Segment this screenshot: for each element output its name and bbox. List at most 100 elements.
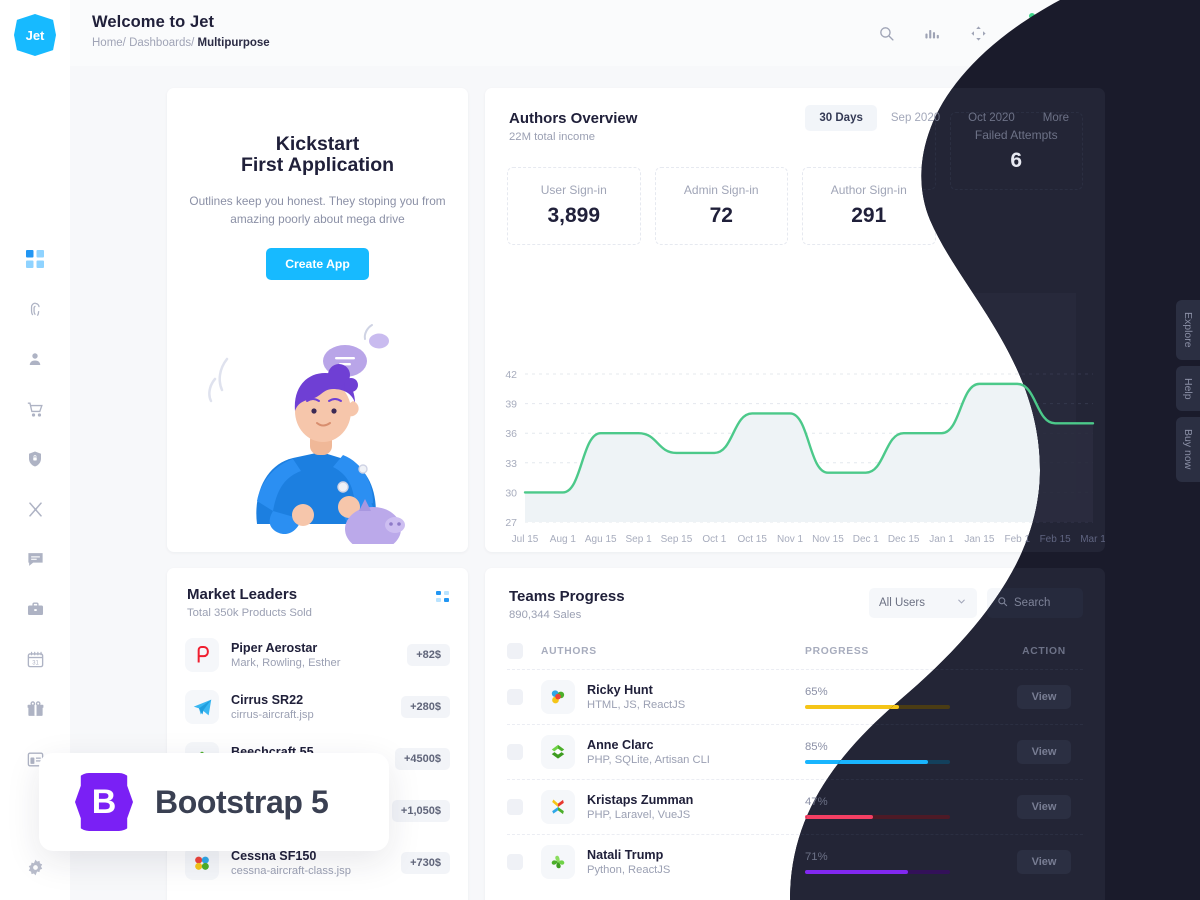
row-author: Ricky Hunt HTML, JS, ReactJS xyxy=(587,683,805,711)
svg-text:39: 39 xyxy=(505,399,517,411)
sidebar-item-gift[interactable] xyxy=(20,694,50,724)
kickstart-title-line2: First Application xyxy=(240,154,395,177)
bootstrap-badge: B Bootstrap 5 xyxy=(39,753,389,851)
list-item[interactable]: Cirrus SR22 cirrus-aircraft.jsp +280$ xyxy=(185,681,450,733)
row-skills: PHP, Laravel, VueJS xyxy=(587,809,691,821)
view-button[interactable]: View xyxy=(1016,850,1072,874)
stat-value: 72 xyxy=(709,204,733,227)
table-row[interactable]: Anne Clarc PHP, SQLite, Artisan CLI 85% … xyxy=(507,724,1083,779)
rail-help-button[interactable]: Help xyxy=(1176,365,1200,412)
row-checkbox[interactable] xyxy=(507,799,523,815)
view-button[interactable]: View xyxy=(1016,740,1072,764)
sidebar-item-scissors[interactable] xyxy=(20,494,50,524)
sidebar-item-user[interactable] xyxy=(20,344,50,374)
rail-explore-button[interactable]: Explore xyxy=(1176,300,1200,360)
list-item[interactable]: Piper Aerostar Mark, Rowling, Esther +82… xyxy=(185,629,450,681)
view-button[interactable]: View xyxy=(1016,685,1072,709)
tab-30-days[interactable]: 30 Days xyxy=(805,105,877,131)
search-icon[interactable] xyxy=(874,21,898,45)
authors-subtitle: 22M total income xyxy=(509,131,596,143)
market-header: Market Leaders Total 350k Products Sold xyxy=(167,568,468,619)
breadcrumb-home[interactable]: Home/ xyxy=(92,37,126,49)
market-subtitle: Total 350k Products Sold xyxy=(187,607,312,619)
row-name: Natali Trump xyxy=(587,848,664,862)
sidebar-item-briefcase[interactable] xyxy=(20,594,50,624)
table-row[interactable]: Ricky Hunt HTML, JS, ReactJS 65% View xyxy=(507,669,1083,724)
row-checkbox[interactable] xyxy=(507,689,523,705)
row-name: Anne Clarc xyxy=(587,738,654,752)
user-filter-value: All Users xyxy=(879,597,926,609)
avatar[interactable] xyxy=(1150,17,1182,49)
grid-dots-icon[interactable] xyxy=(436,590,450,602)
stat-value: 3,899 xyxy=(547,204,601,227)
move-icon[interactable] xyxy=(966,21,990,45)
authors-range-tabs: 30 Days Sep 2020 Oct 2020 More xyxy=(805,105,1083,131)
sidebar-item-cart[interactable] xyxy=(20,394,50,424)
kickstart-title: Kickstart First Application xyxy=(167,133,468,177)
kickstart-description: Outlines keep you honest. They stoping y… xyxy=(189,193,446,226)
kickstart-illustration xyxy=(167,319,468,551)
tab-sep-2020[interactable]: Sep 2020 xyxy=(877,105,954,131)
notification-icon[interactable] xyxy=(1012,13,1036,45)
row-action: View xyxy=(1005,685,1083,709)
app-logo[interactable]: Jet xyxy=(14,14,56,56)
stat-value: 6 xyxy=(1010,204,1023,227)
grid-icon[interactable] xyxy=(1058,21,1082,45)
stat-value: 291 xyxy=(851,204,887,227)
market-title: Market Leaders xyxy=(187,586,298,603)
create-app-button[interactable]: Create App xyxy=(266,248,369,281)
select-all-checkbox[interactable] xyxy=(507,643,523,659)
svg-text:Feb 15: Feb 15 xyxy=(1040,534,1072,545)
row-progress: 65% xyxy=(805,686,1005,709)
progress-fill xyxy=(805,869,908,874)
authors-header: Authors Overview 22M total income 30 Day… xyxy=(485,88,1105,143)
progress-bar xyxy=(805,869,950,874)
table-row[interactable]: Natali Trump Python, ReactJS 71% View xyxy=(507,834,1083,889)
row-checkbox[interactable] xyxy=(507,744,523,760)
svg-text:42: 42 xyxy=(505,369,517,381)
view-button[interactable]: View xyxy=(1016,795,1072,819)
telegram-icon xyxy=(185,690,219,724)
svg-text:Nov 1: Nov 1 xyxy=(777,534,804,545)
bar-chart-icon[interactable] xyxy=(920,21,944,45)
stat-author-signin: Author Sign-in 291 xyxy=(802,167,936,245)
svg-text:Jan 1: Jan 1 xyxy=(929,534,954,545)
dropbox-icon xyxy=(541,735,575,769)
svg-text:Nov 15: Nov 15 xyxy=(812,534,844,545)
tab-more[interactable]: More xyxy=(1029,105,1083,131)
progress-bar xyxy=(805,704,950,709)
row-progress: 47% xyxy=(805,796,1005,819)
row-author: Anne Clarc PHP, SQLite, Artisan CLI xyxy=(587,738,805,766)
stat-label: Failed Attempts xyxy=(974,183,1058,197)
progress-fill xyxy=(805,814,874,819)
row-checkbox[interactable] xyxy=(507,854,523,870)
sidebar-item-dashboard[interactable] xyxy=(20,244,50,274)
user-filter-select[interactable]: All Users xyxy=(869,588,977,618)
moon-icon[interactable] xyxy=(1104,21,1128,45)
list-item-amount: +280$ xyxy=(401,696,450,718)
row-name: Ricky Hunt xyxy=(587,683,653,697)
progress-bar xyxy=(805,759,950,764)
table-header-row: AUTHORS PROGRESS ACTION xyxy=(507,637,1083,669)
svg-text:Aug 1: Aug 1 xyxy=(550,534,577,545)
svg-text:Jul 15: Jul 15 xyxy=(512,534,539,545)
settings-gear-icon[interactable] xyxy=(20,852,50,882)
tab-oct-2020[interactable]: Oct 2020 xyxy=(954,105,1029,131)
row-action: View xyxy=(1005,850,1083,874)
sidebar-item-security[interactable] xyxy=(20,444,50,474)
svg-text:Feb 1: Feb 1 xyxy=(1004,534,1030,545)
sidebar-item-chat[interactable] xyxy=(20,544,50,574)
list-item-sub: cirrus-aircraft.jsp xyxy=(231,709,314,721)
breadcrumb-dashboards[interactable]: Dashboards/ xyxy=(129,37,194,49)
stat-admin-signin: Admin Sign-in 72 xyxy=(654,167,788,245)
table-row[interactable]: Kristaps Zumman PHP, Laravel, VueJS 47% … xyxy=(507,779,1083,834)
row-percent: 85% xyxy=(805,740,828,753)
sidebar-item-calendar[interactable]: 31 xyxy=(20,644,50,674)
search-input[interactable]: Search xyxy=(987,588,1083,618)
list-item-amount: +82$ xyxy=(407,644,450,666)
sidebar-item-fingerprint[interactable] xyxy=(20,294,50,324)
row-skills: Python, ReactJS xyxy=(587,864,671,876)
list-item-text: Cirrus SR22 cirrus-aircraft.jsp xyxy=(231,693,401,721)
svg-text:Mar 1: Mar 1 xyxy=(1080,534,1105,545)
rail-buy-now-button[interactable]: Buy now xyxy=(1176,417,1200,482)
